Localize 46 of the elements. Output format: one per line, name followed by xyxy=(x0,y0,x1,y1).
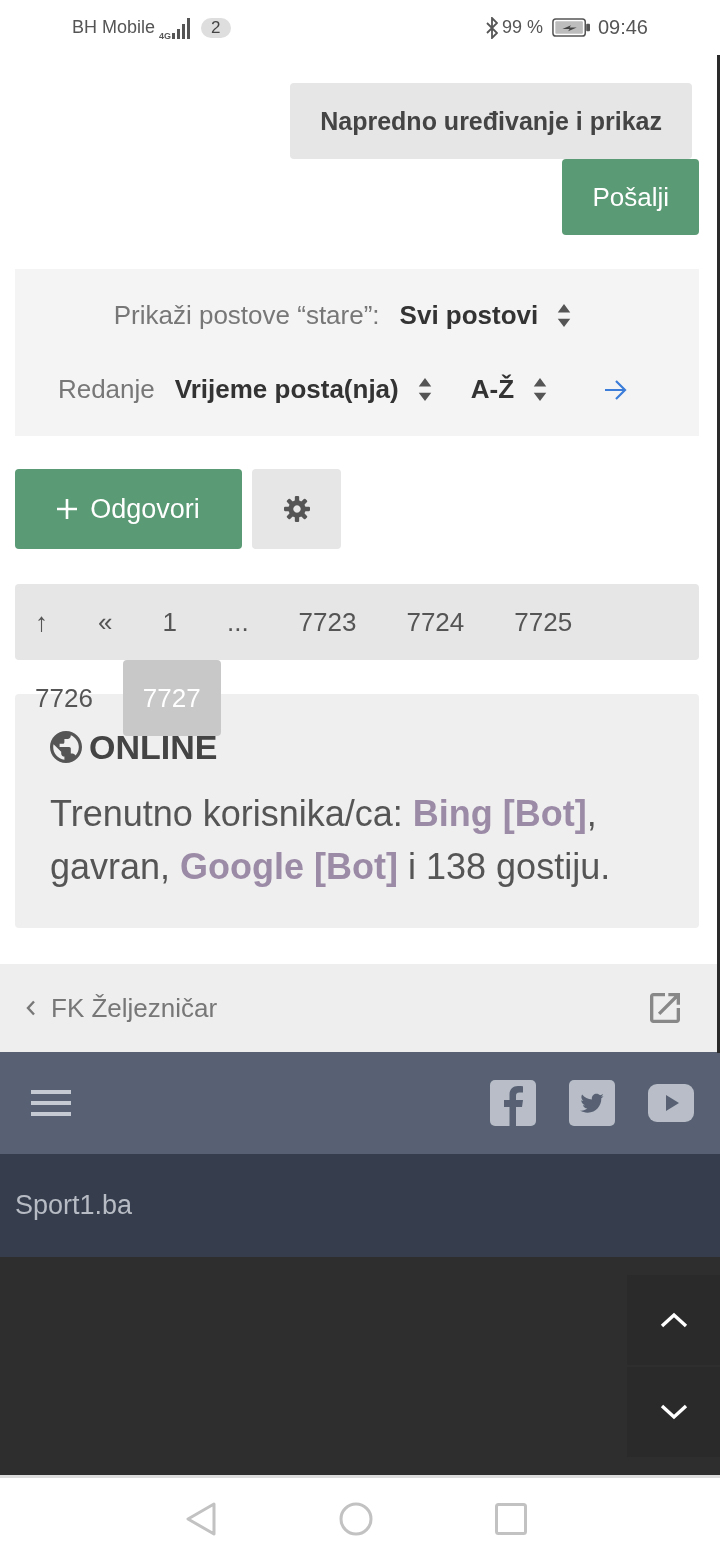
page-link[interactable]: 7724 xyxy=(386,584,485,660)
online-users-text: Trenutno korisnika/ca: Bing [Bot], gavran, Google [Bot] i 138 gostiju. xyxy=(50,792,612,889)
carrier-name: BH Mobile xyxy=(72,17,156,38)
youtube-icon[interactable] xyxy=(648,1084,694,1122)
plus-icon xyxy=(57,499,78,519)
notification-badge: 2 xyxy=(201,17,231,38)
bluetooth-icon xyxy=(485,16,498,39)
page-link[interactable]: « xyxy=(78,584,133,660)
send-button[interactable]: Pošalji xyxy=(562,159,699,235)
battery-percent: 99 % xyxy=(501,17,543,38)
page-link[interactable]: ... xyxy=(206,584,269,660)
back-icon[interactable] xyxy=(185,1502,217,1536)
site-name: Sport1.ba xyxy=(15,1190,133,1221)
signal-icon xyxy=(172,16,193,39)
gear-icon xyxy=(283,496,310,522)
battery-icon xyxy=(551,18,590,37)
sort-label: Redanje xyxy=(57,374,155,405)
network-type: 4G xyxy=(159,30,172,41)
page-link[interactable]: 7723 xyxy=(278,584,377,660)
sort-icon xyxy=(416,377,433,402)
page-link[interactable]: ↑ xyxy=(15,584,68,660)
clock-time: 09:46 xyxy=(597,16,648,39)
sort-direction-select[interactable]: A-Ž xyxy=(470,367,549,412)
chevron-up-icon xyxy=(659,1312,688,1328)
filter-label: Prikaži postove “stare”: xyxy=(113,300,380,331)
settings-button[interactable] xyxy=(252,469,341,549)
home-icon[interactable] xyxy=(339,1502,373,1536)
advanced-editor-button[interactable]: Napredno uređivanje i prikaz xyxy=(290,83,692,159)
sort-key-select[interactable]: Vrijeme posta(nja) xyxy=(174,367,433,412)
page-link[interactable]: 1 xyxy=(142,584,197,660)
breadcrumb-link[interactable]: FK Željezničar xyxy=(26,992,218,1024)
page-link[interactable]: 7725 xyxy=(494,584,593,660)
sort-icon xyxy=(532,377,549,402)
chevron-down-icon xyxy=(659,1404,688,1420)
reply-button[interactable]: Odgovori xyxy=(15,469,242,549)
chevron-left-icon xyxy=(26,1000,36,1016)
apply-sort-button[interactable] xyxy=(604,377,629,402)
menu-icon[interactable] xyxy=(31,1090,71,1116)
arrow-right-icon xyxy=(604,378,629,401)
recents-icon[interactable] xyxy=(495,1503,527,1535)
twitter-icon[interactable] xyxy=(569,1080,615,1126)
sort-icon xyxy=(556,303,573,328)
post-age-select[interactable]: Svi postovi xyxy=(399,293,573,338)
globe-icon xyxy=(50,731,82,763)
facebook-icon[interactable] xyxy=(490,1080,536,1126)
external-link-icon[interactable] xyxy=(650,993,680,1023)
